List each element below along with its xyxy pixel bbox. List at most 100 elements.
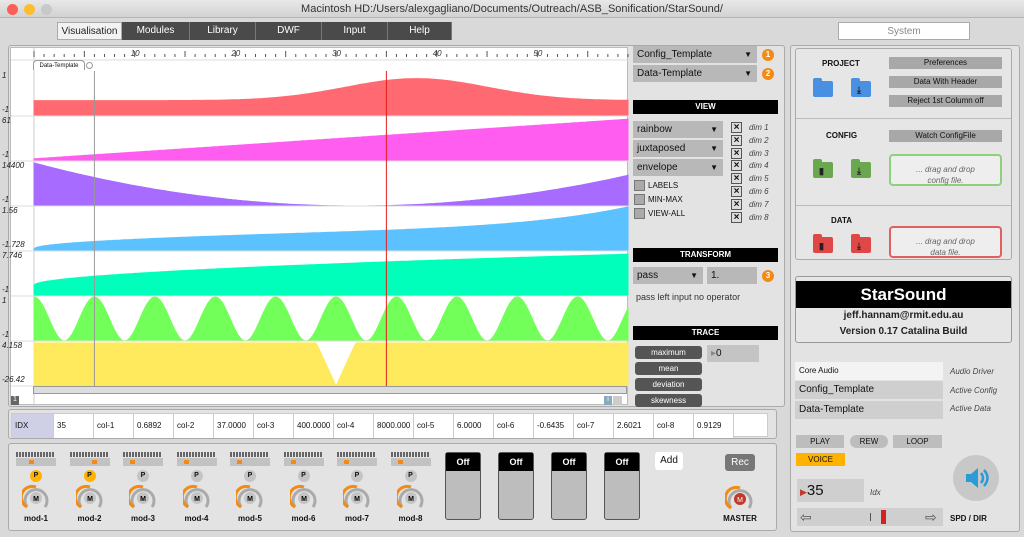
file-tab[interactable]: Data-Template [33, 60, 85, 70]
mod-3-knob[interactable]: M [129, 484, 157, 512]
rewind-button[interactable]: REW [850, 435, 888, 448]
slider-thumb[interactable] [130, 460, 135, 464]
slider-handle[interactable] [881, 510, 886, 524]
dim-checkbox-3[interactable]: × [731, 147, 742, 159]
tab-input[interactable]: Input [322, 22, 388, 40]
mod-7-knob[interactable]: M [343, 484, 371, 512]
slider-thumb[interactable] [237, 460, 242, 464]
mod-2-p-toggle[interactable]: P [83, 470, 96, 482]
layout-select[interactable]: juxtaposed ▼ [633, 140, 723, 157]
add-button[interactable]: Add [655, 452, 683, 470]
speaker-button[interactable] [953, 455, 999, 501]
dim-checkbox-4[interactable]: × [731, 160, 742, 172]
waveform-display[interactable]: 10 20 30 40 50 [11, 48, 629, 406]
preferences-button[interactable]: Preferences [889, 57, 1002, 69]
mod-7-slider[interactable] [337, 458, 377, 466]
checkbox-labels[interactable] [634, 180, 645, 191]
mod-1-p-toggle[interactable]: P [30, 470, 42, 482]
tab-modules[interactable]: Modules [122, 22, 190, 40]
watch-configfile-toggle[interactable]: Watch ConfigFile [889, 130, 1002, 142]
tab-dwf[interactable]: DWF [256, 22, 322, 40]
trace-maximum-button[interactable]: maximum [635, 346, 702, 359]
dim-checkbox-1[interactable]: × [731, 122, 742, 133]
mod-4-slider[interactable] [176, 458, 217, 466]
style-select[interactable]: envelope ▼ [633, 159, 723, 176]
page-indicator[interactable]: 1 [11, 396, 19, 405]
off-toggle-3[interactable]: Off [551, 452, 587, 520]
reject-first-column-toggle[interactable]: Reject 1st Column off [889, 95, 1002, 107]
open-project-folder-icon[interactable] [813, 78, 833, 97]
config-drop-zone[interactable]: ... drag and drop config file. [889, 154, 1002, 186]
menu-icon[interactable] [613, 396, 622, 405]
master-knob[interactable]: M [725, 484, 755, 514]
mod-7-p-toggle[interactable]: P [351, 470, 363, 482]
color-select[interactable]: rainbow ▼ [633, 121, 723, 138]
horizontal-scrollbar[interactable] [33, 386, 627, 394]
trace-value[interactable]: ▸0 [707, 345, 759, 362]
config-select[interactable]: Config_Template ▼ [633, 46, 757, 63]
data-select[interactable]: Data-Template ▼ [633, 65, 757, 82]
dim-checkbox-6[interactable]: × [731, 186, 742, 197]
slider-thumb[interactable] [397, 460, 403, 464]
mod-5-p-toggle[interactable]: P [244, 470, 256, 482]
off-toggle-1[interactable]: Off [445, 452, 481, 520]
save-project-folder-icon[interactable]: ⤓ [851, 78, 871, 97]
trace-mean-button[interactable]: mean [635, 362, 702, 375]
play-button[interactable]: PLAY [796, 435, 844, 448]
dim-checkbox-7[interactable]: × [731, 198, 742, 210]
mod-6-slider[interactable] [283, 458, 324, 466]
slider-thumb[interactable] [29, 460, 34, 464]
save-data-folder-icon[interactable]: ⤓ [851, 234, 871, 253]
slider-thumb[interactable] [290, 460, 296, 464]
mod-5-knob[interactable]: M [236, 484, 264, 512]
mod-8-p-toggle[interactable]: P [404, 470, 417, 482]
idx-number-box[interactable]: ▶35 [797, 479, 864, 502]
zoom-window-button[interactable] [41, 4, 52, 15]
loop-button[interactable]: LOOP [893, 435, 942, 448]
mod-6-knob[interactable]: M [289, 484, 318, 512]
transform-select[interactable]: pass ▼ [633, 267, 703, 284]
mod-3-slider[interactable] [123, 458, 163, 466]
mod-8-slider[interactable] [390, 458, 431, 466]
trace-deviation-button[interactable]: deviation [635, 378, 702, 391]
tab-system[interactable]: System [838, 22, 970, 40]
close-window-button[interactable] [7, 4, 18, 15]
slider-thumb[interactable] [344, 460, 349, 464]
voice-button[interactable]: VOICE [796, 453, 845, 466]
info-icon[interactable]: i [604, 396, 612, 405]
off-toggle-2[interactable]: Off [498, 452, 534, 520]
record-button[interactable]: Rec [725, 454, 755, 471]
off-toggle-4[interactable]: Off [604, 452, 640, 520]
save-config-folder-icon[interactable]: ⤓ [851, 159, 871, 178]
mod-2-knob[interactable]: M [75, 484, 104, 512]
mod-4-p-toggle[interactable]: P [190, 470, 203, 482]
audio-driver-select[interactable]: Core Audio [795, 362, 943, 380]
data-with-header-toggle[interactable]: Data With Header [889, 76, 1002, 88]
mod-4-knob[interactable]: M [182, 484, 211, 512]
mod-6-p-toggle[interactable]: P [297, 470, 310, 482]
dim-checkbox-5[interactable]: × [731, 173, 742, 185]
dim-checkbox-8[interactable]: × [731, 211, 742, 223]
mod-1-knob[interactable]: M [22, 484, 50, 512]
trace-skewness-button[interactable]: skewness [635, 394, 702, 407]
close-file-tab-icon[interactable] [86, 62, 93, 69]
mod-2-slider[interactable] [69, 458, 110, 466]
mod-5-slider[interactable] [230, 458, 270, 466]
speed-direction-slider[interactable]: ⇦ ⇨ [797, 508, 943, 526]
checkbox-view-all[interactable] [634, 208, 645, 219]
slider-thumb[interactable] [91, 460, 97, 464]
open-config-folder-icon[interactable]: ▮ [813, 159, 833, 178]
minimize-window-button[interactable] [24, 4, 35, 15]
slider-thumb[interactable] [183, 460, 189, 464]
mod-8-knob[interactable]: M [396, 484, 425, 512]
data-drop-zone[interactable]: ... drag and drop data file. [889, 226, 1002, 258]
dim-checkbox-2[interactable]: × [731, 134, 742, 146]
mod-3-p-toggle[interactable]: P [137, 470, 149, 482]
tab-library[interactable]: Library [190, 22, 256, 40]
checkbox-min-max[interactable] [634, 194, 645, 205]
mod-1-slider[interactable] [16, 458, 56, 466]
tab-help[interactable]: Help [388, 22, 452, 40]
open-data-folder-icon[interactable]: ▮ [813, 234, 833, 253]
tab-visualisation[interactable]: Visualisation [57, 22, 122, 40]
transform-value-input[interactable]: 1. [707, 267, 757, 284]
